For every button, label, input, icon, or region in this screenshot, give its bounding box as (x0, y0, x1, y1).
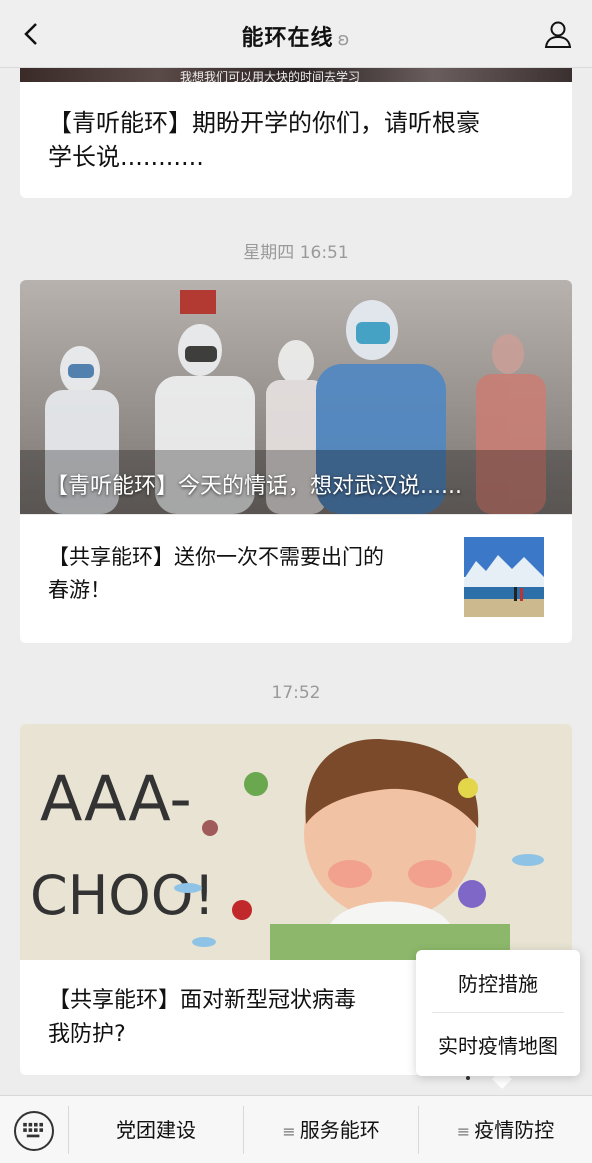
page-title-text: 能环在线 (241, 26, 334, 51)
submenu-item-epidemic-map[interactable]: 实时疫情地图 (416, 1030, 580, 1059)
menu-button-label: 疫情防控 (474, 1118, 555, 1142)
indicator-dot (466, 1076, 470, 1080)
submenu-item-measures[interactable]: 防控措施 (416, 968, 580, 997)
sub-article-item[interactable]: 【共享能环】送你一次不需要出门的 春游！ (20, 514, 572, 643)
image-caption: 我想我们可以用大块的时间去学习 (180, 70, 361, 84)
menu-list-icon: ≡ (282, 1122, 296, 1141)
article-hero-image[interactable]: 【青听能环】今天的情话，想对武汉说...... (20, 280, 572, 514)
article-title-line1: 【共享能环】面对新型冠状病毒 (48, 988, 357, 1013)
menu-button-label: 党团建设 (116, 1118, 196, 1142)
sub-article-title: 【共享能环】送你一次不需要出门的 春游！ (48, 541, 438, 607)
article-title-line2: 学长说........... (48, 143, 204, 171)
ear-icon: ʚ (337, 29, 351, 50)
menu-button-epidemic[interactable]: ≡ 疫情防控 (419, 1096, 592, 1163)
hero-caption: 【青听能环】今天的情话，想对武汉说...... (46, 474, 462, 499)
person-icon[interactable] (542, 18, 574, 50)
menu-button-service[interactable]: ≡ 服务能环 (244, 1096, 418, 1163)
submenu-divider (432, 1012, 564, 1013)
keyboard-icon[interactable] (14, 1111, 54, 1151)
hero-text-choo: CHOO! (30, 864, 215, 927)
sub-article-thumbnail (464, 537, 544, 617)
bottom-menu-bar: 党团建设 ≡ 服务能环 ≡ 疫情防控 (0, 1095, 592, 1163)
submenu-popup: 防控措施 实时疫情地图 (416, 950, 580, 1076)
timestamp: 17:52 (271, 683, 321, 703)
menu-button-label: 服务能环 (299, 1118, 380, 1142)
timestamp: 星期四 16:51 (243, 243, 349, 263)
hero-text-aaa: AAA- (40, 762, 192, 835)
page-title: 能环在线 ʚ (0, 20, 592, 52)
header-bar: 能环在线 ʚ (0, 0, 592, 68)
article-hero-image[interactable]: AAA- CHOO! (20, 724, 572, 960)
article-title-line1: 【青听能环】期盼开学的你们，请听根豪 (48, 109, 480, 137)
sub-article-title-line2: 春游！ (48, 578, 111, 602)
menu-button-party[interactable]: 党团建设 (69, 1096, 243, 1163)
article-title-line2: 我防护? (48, 1022, 126, 1047)
menu-list-icon: ≡ (456, 1122, 471, 1141)
sub-article-title-line1: 【共享能环】送你一次不需要出门的 (48, 545, 384, 569)
article-card[interactable]: 【青听能环】今天的情话，想对武汉说...... 【共享能环】送你一次不需要出门的… (20, 280, 572, 643)
